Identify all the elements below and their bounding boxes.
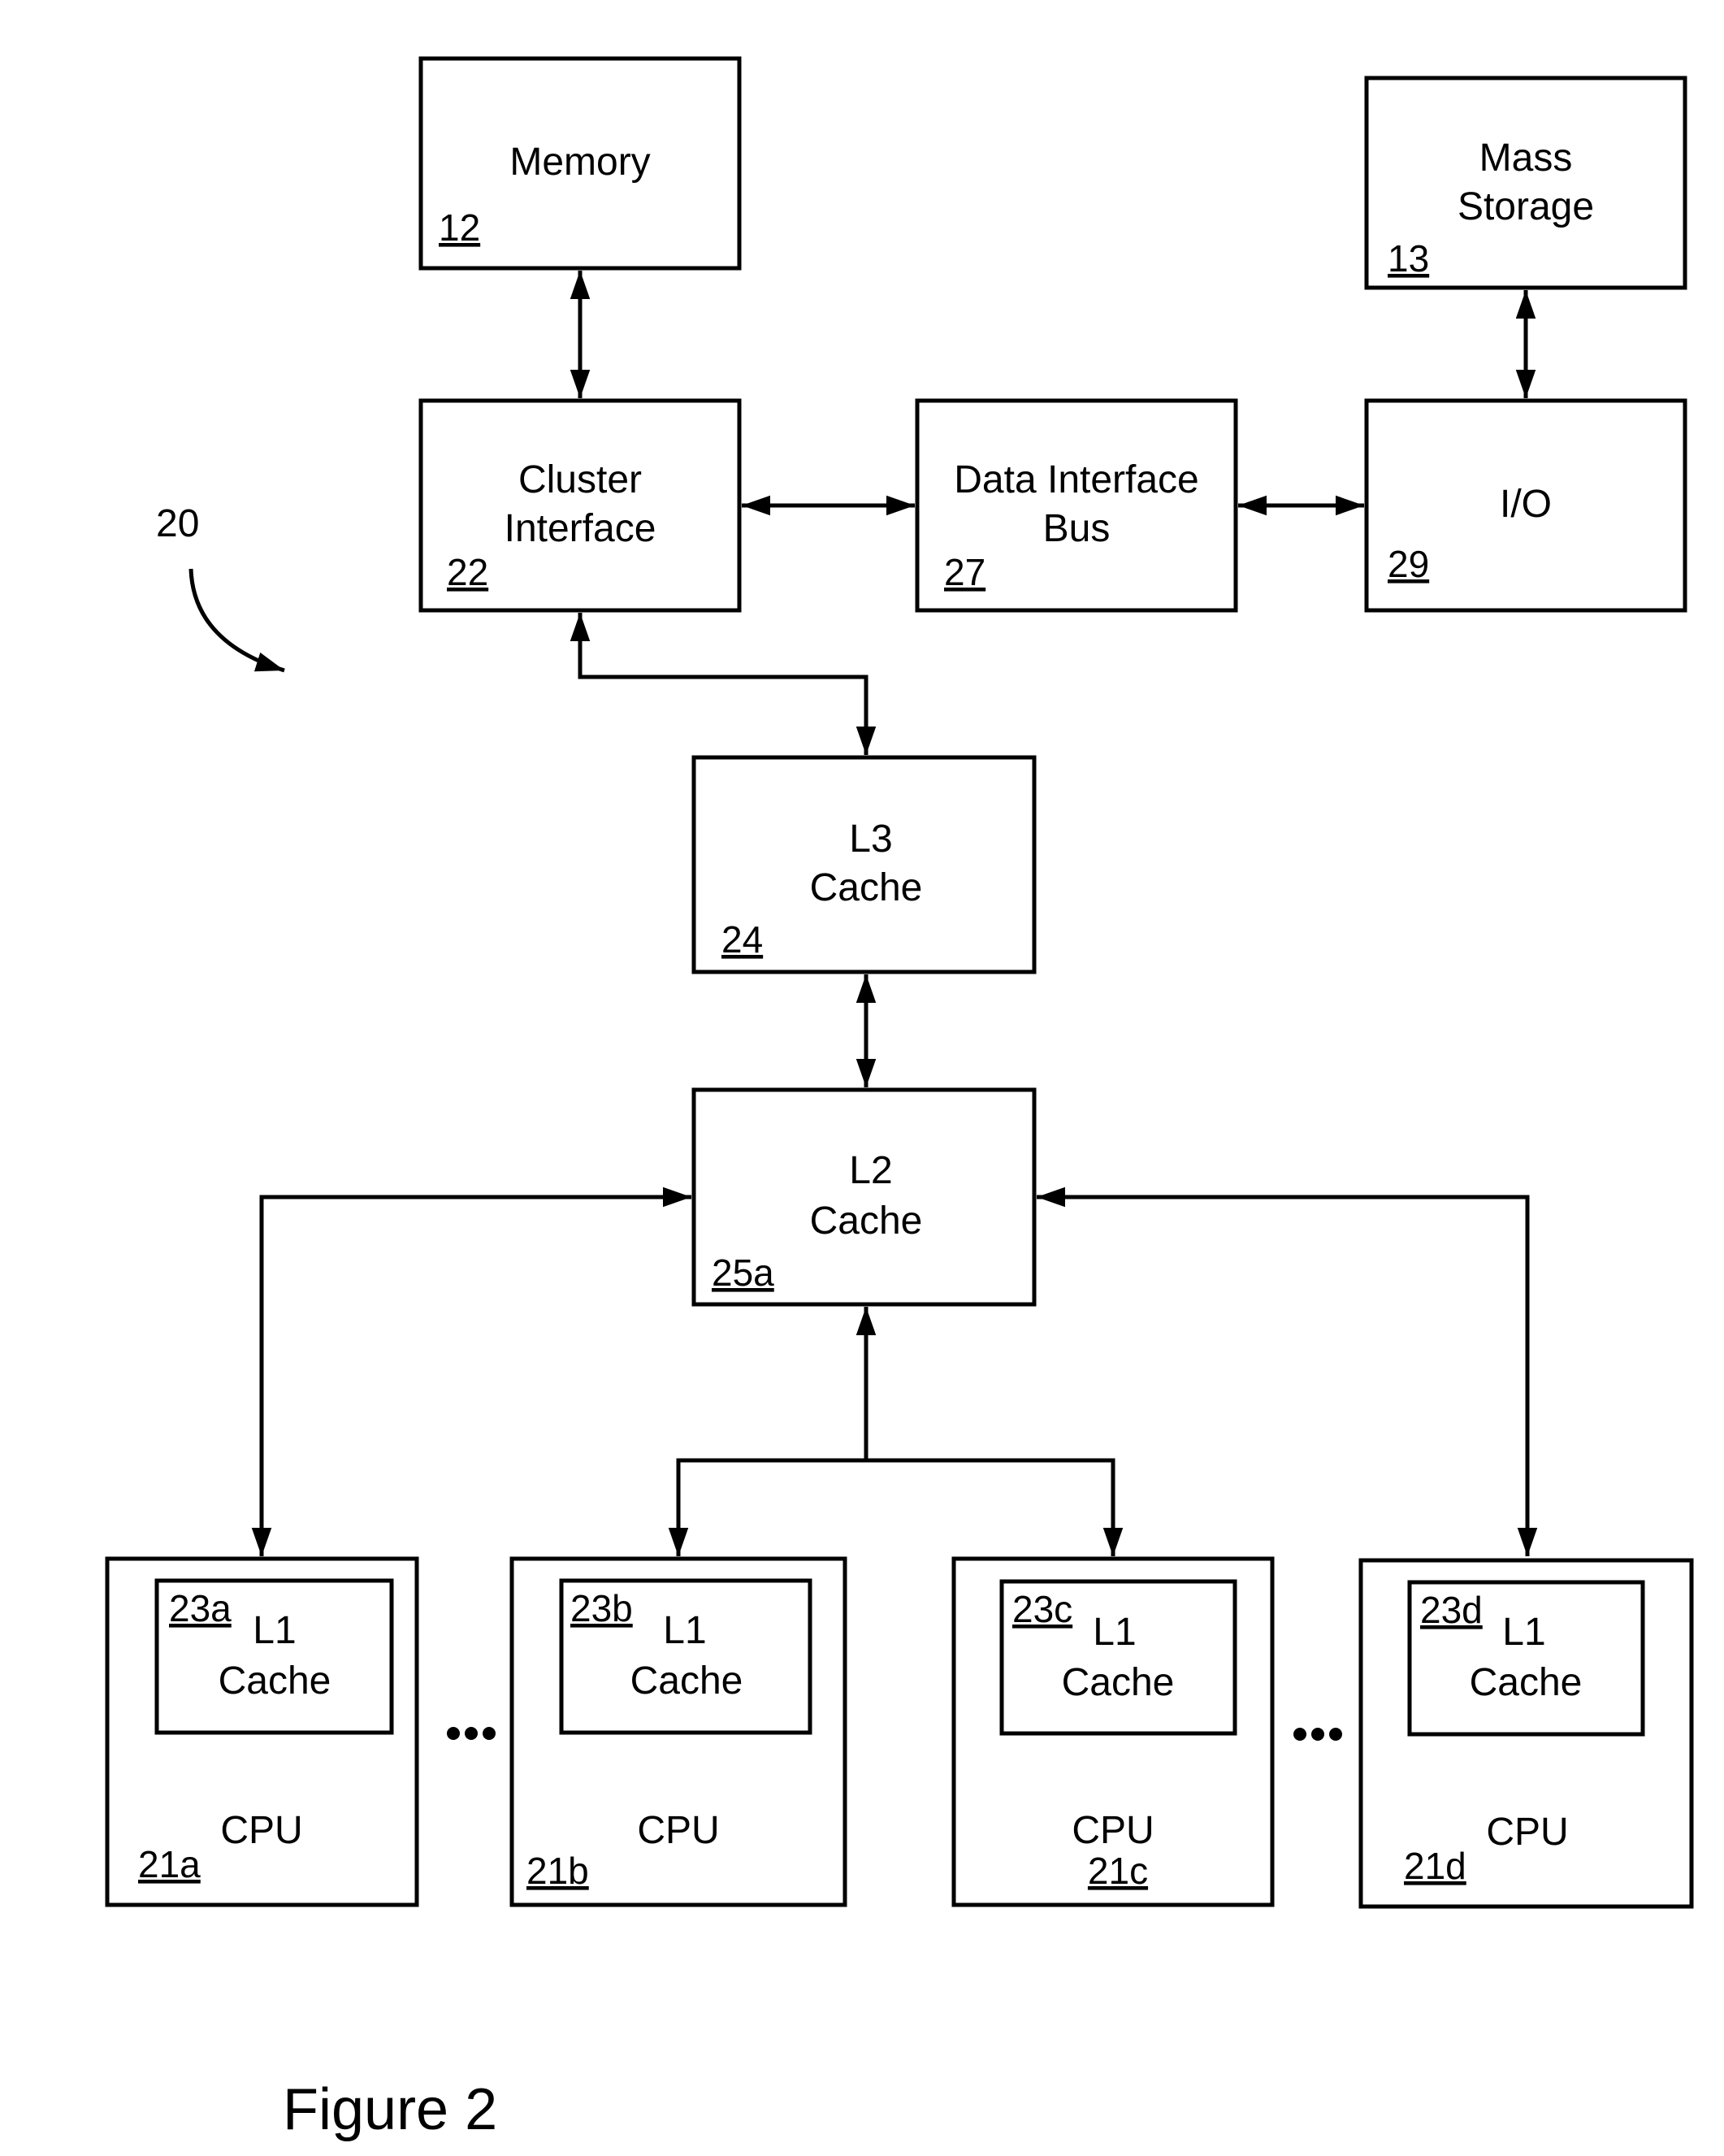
cpu-block-21b: 23b L1 Cache CPU 21b [509,1556,847,1907]
ellipsis-ab [447,1727,496,1740]
ellipsis-cd [1293,1728,1342,1741]
system-ref-label: 20 [156,502,199,545]
l1-cache-ref-23d: 23d [1420,1589,1483,1631]
data-interface-bus-ref: 27 [944,551,985,593]
cpu-label: CPU [1486,1811,1568,1854]
l1-cache-label-line1: L1 [1502,1611,1545,1654]
cpu-label: CPU [220,1809,302,1852]
mass-storage-ref: 13 [1388,237,1429,280]
l3-cache-block: L3 Cache 24 [691,755,1037,974]
memory-block: Memory 12 [418,56,742,271]
l2-cpu-a-link [251,1186,691,1556]
mass-storage-block: Mass Storage 13 [1364,76,1687,290]
system-diagram: 20 Memory 12 Mass Storage 13 Cluster Int… [105,56,1694,2142]
mass-storage-label-line2: Storage [1458,185,1594,228]
memory-label: Memory [509,141,650,184]
cpu-block-21c: 23c L1 Cache CPU 21c [951,1556,1275,1907]
mass-storage-label-line1: Mass [1479,137,1573,180]
cluster-l3-link [570,613,877,755]
memory-ref: 12 [439,206,480,249]
l1-cache-ref-23c: 23c [1012,1588,1072,1630]
l2-cache-label-line1: L2 [849,1149,892,1192]
l1-cache-label-line2: Cache [1470,1661,1583,1704]
l1-cache-ref-23b: 23b [570,1587,633,1629]
l3-cache-label-line1: L3 [849,818,892,861]
cluster-interface-label-line2: Interface [505,507,656,550]
cpu-block-21a: 23a L1 Cache CPU 21a [105,1556,419,1907]
cluster-interface-block: Cluster Interface 22 [418,398,742,613]
cluster-interface-label-line1: Cluster [518,458,642,501]
l1-cache-label-line1: L1 [1093,1611,1136,1654]
l2-cpu-d-link [1037,1186,1538,1556]
cpu-ref-21a: 21a [138,1843,201,1885]
l1-cache-label-line2: Cache [219,1659,331,1703]
l1-cache-label-line1: L1 [253,1609,296,1652]
l1-cache-label-line2: Cache [1062,1661,1175,1704]
l2-cache-block: L2 Cache 25a [691,1087,1037,1307]
l3-cache-ref: 24 [721,918,763,961]
cpu-label: CPU [637,1809,719,1852]
l2-cache-ref: 25a [712,1252,774,1294]
system-ref-arrow [188,568,285,673]
l3-cache-label-line2: Cache [810,866,923,909]
io-label: I/O [1500,483,1552,526]
l2-cache-label-line2: Cache [810,1199,923,1243]
l1-cache-label-line2: Cache [630,1659,743,1703]
cpu-ref-21b: 21b [526,1850,589,1892]
io-ref: 29 [1388,543,1429,585]
l2-cpu-b-link [668,1458,866,1556]
data-interface-bus-label-line1: Data Interface [954,458,1199,501]
cpu-ref-21d: 21d [1404,1845,1466,1887]
cpu-ref-21c: 21c [1088,1850,1148,1892]
data-interface-bus-label-line2: Bus [1043,507,1111,550]
l2-cpu-c-link [866,1458,1124,1556]
figure-caption: Figure 2 [283,2077,497,2142]
cluster-interface-ref: 22 [447,551,488,593]
l1-cache-label-line1: L1 [663,1609,706,1652]
l1-cache-ref-23a: 23a [169,1587,232,1629]
data-interface-bus-block: Data Interface Bus 27 [915,398,1238,613]
cpu-block-21d: 23d L1 Cache CPU 21d [1358,1558,1694,1909]
io-block: I/O 29 [1364,398,1687,613]
cpu-label: CPU [1072,1809,1154,1852]
